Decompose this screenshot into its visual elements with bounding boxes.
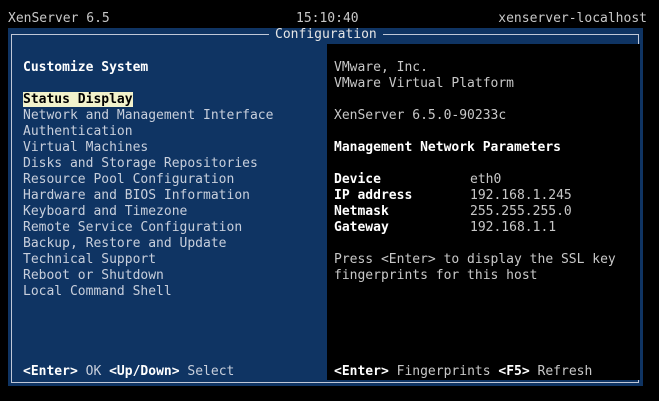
menu-item-label: Status Display	[23, 92, 133, 107]
param-value-device: eth0	[470, 172, 502, 187]
menu-item-hardware-bios[interactable]: Hardware and BIOS Information	[23, 188, 273, 204]
menu-item-disks-storage[interactable]: Disks and Storage Repositories	[23, 156, 273, 172]
enter-key-hint: <Enter>	[23, 364, 78, 379]
menu-heading: Customize System	[23, 60, 149, 75]
menu-item-label: Local Command Shell	[23, 284, 172, 299]
menu-item-status-display[interactable]: Status Display	[23, 92, 273, 108]
hint-line-2: fingerprints for this host	[334, 268, 538, 283]
f5-key-hint: <F5>	[498, 364, 530, 379]
menu-item-label: Authentication	[23, 124, 133, 139]
menu-item-label: Remote Service Configuration	[23, 220, 243, 235]
menu-item-label: Resource Pool Configuration	[23, 172, 235, 187]
param-value-gateway: 192.168.1.1	[470, 220, 557, 235]
menu-item-label: Backup, Restore and Update	[23, 236, 227, 251]
hint-line-1: Press <Enter> to display the SSL key	[334, 252, 616, 267]
menu-item-resource-pool[interactable]: Resource Pool Configuration	[23, 172, 273, 188]
details-key-hints: <Enter> Fingerprints <F5> Refresh	[334, 364, 592, 380]
details-pane: VMware, Inc. VMware Virtual Platform Xen…	[327, 44, 640, 380]
refresh-label: Refresh	[537, 364, 593, 379]
menu-item-label: Virtual Machines	[23, 140, 149, 155]
fingerprints-label: Fingerprints	[396, 364, 491, 379]
menu-item-remote-service[interactable]: Remote Service Configuration	[23, 220, 273, 236]
product-name: XenServer 6.5	[8, 11, 110, 26]
menu-item-label: Hardware and BIOS Information	[23, 188, 250, 203]
menu-item-label: Keyboard and Timezone	[23, 204, 188, 219]
menu-item-label: Disks and Storage Repositories	[23, 156, 258, 171]
menu-pane: Customize System Status Display Network …	[8, 28, 318, 386]
menu-item-virtual-machines[interactable]: Virtual Machines	[23, 140, 273, 156]
hostname: xenserver-localhost	[498, 11, 647, 26]
top-status-bar: XenServer 6.5 15:10:40 xenserver-localho…	[0, 0, 659, 26]
menu-item-network-management[interactable]: Network and Management Interface	[23, 108, 273, 124]
configuration-window: Configuration Customize System Status Di…	[8, 28, 643, 386]
param-label-netmask: Netmask	[334, 204, 389, 219]
section-title: Management Network Parameters	[334, 140, 561, 155]
menu-item-keyboard-timezone[interactable]: Keyboard and Timezone	[23, 204, 273, 220]
menu-item-technical-support[interactable]: Technical Support	[23, 252, 273, 268]
param-label-ip: IP address	[334, 188, 413, 203]
menu-item-label: Network and Management Interface	[23, 108, 274, 123]
select-label: Select	[187, 364, 235, 379]
param-value-ip: 192.168.1.245	[470, 188, 572, 203]
enter-key-hint: <Enter>	[334, 364, 389, 379]
platform-text: VMware Virtual Platform	[334, 76, 515, 91]
menu-item-reboot-shutdown[interactable]: Reboot or Shutdown	[23, 268, 273, 284]
menu-item-label: Reboot or Shutdown	[23, 268, 164, 283]
updown-key-hint: <Up/Down>	[109, 364, 180, 379]
ok-label: OK	[85, 364, 102, 379]
param-value-netmask: 255.255.255.0	[470, 204, 572, 219]
menu-list: Status Display Network and Management In…	[23, 92, 273, 300]
menu-key-hints: <Enter> OK <Up/Down> Select	[23, 364, 234, 380]
clock: 15:10:40	[296, 11, 359, 26]
version-text: XenServer 6.5.0-90233c	[334, 108, 507, 123]
menu-item-label: Technical Support	[23, 252, 157, 267]
menu-item-authentication[interactable]: Authentication	[23, 124, 273, 140]
vendor-text: VMware, Inc.	[334, 60, 428, 75]
param-label-gateway: Gateway	[334, 220, 389, 235]
menu-item-backup-restore[interactable]: Backup, Restore and Update	[23, 236, 273, 252]
menu-item-local-shell[interactable]: Local Command Shell	[23, 284, 273, 300]
param-label-device: Device	[334, 172, 381, 187]
